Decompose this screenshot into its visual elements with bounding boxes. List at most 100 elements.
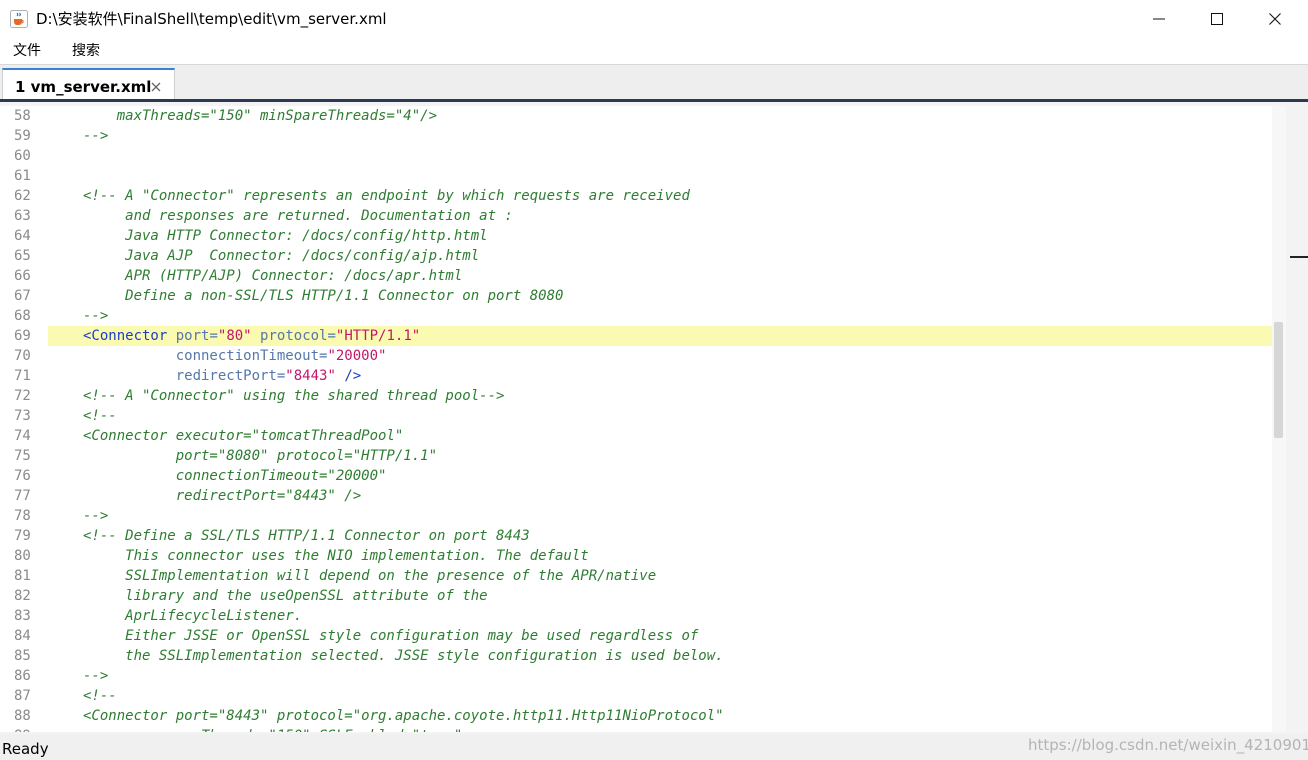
menu-search[interactable]: 搜索 (72, 42, 100, 60)
vertical-scrollbar[interactable] (1272, 106, 1286, 732)
code-line[interactable]: 89 maxThreads="150" SSLEnabled="true"> (0, 726, 1286, 732)
close-button[interactable] (1247, 0, 1305, 38)
code-text: <!-- Define a SSL/TLS HTTP/1.1 Connector… (48, 526, 1272, 546)
code-token: <!-- A "Connector" represents an endpoin… (83, 188, 690, 204)
code-text: <!-- A "Connector" represents an endpoin… (48, 186, 1272, 206)
line-number: 59 (14, 128, 31, 144)
code-line[interactable]: 66 APR (HTTP/AJP) Connector: /docs/apr.h… (0, 266, 1286, 286)
code-line[interactable]: 61 (0, 166, 1286, 186)
code-line[interactable]: 80 This connector uses the NIO implement… (0, 546, 1286, 566)
code-line[interactable]: 88 <Connector port="8443" protocol="org.a… (0, 706, 1286, 726)
line-number: 64 (14, 228, 31, 244)
line-number: 81 (14, 568, 31, 584)
code-token: redirectPort="8443" /> (83, 488, 362, 504)
code-token: <Connector (83, 328, 168, 344)
window-title: D:\安装软件\FinalShell\temp\edit\vm_server.x… (36, 10, 387, 28)
code-text: --> (48, 306, 1272, 326)
code-line[interactable]: 65 Java AJP Connector: /docs/config/ajp.… (0, 246, 1286, 266)
code-line[interactable]: 82 library and the useOpenSSL attribute … (0, 586, 1286, 606)
code-line[interactable]: 85 the SSLImplementation selected. JSSE … (0, 646, 1286, 666)
code-line[interactable]: 59 --> (0, 126, 1286, 146)
close-icon[interactable] (149, 80, 163, 94)
editor-viewport[interactable]: 58 maxThreads="150" minSpareThreads="4"/… (0, 106, 1286, 732)
line-number: 69 (14, 328, 31, 344)
maximize-button[interactable] (1189, 0, 1247, 38)
code-text: APR (HTTP/AJP) Connector: /docs/apr.html (48, 266, 1272, 286)
code-line[interactable]: 72 <!-- A "Connector" using the shared th… (0, 386, 1286, 406)
code-token: <!-- Define a SSL/TLS HTTP/1.1 Connector… (83, 528, 530, 544)
code-line[interactable]: 75 port="8080" protocol="HTTP/1.1" (0, 446, 1286, 466)
code-text: Java AJP Connector: /docs/config/ajp.htm… (48, 246, 1272, 266)
line-number: 89 (14, 726, 48, 732)
code-editor: 58 maxThreads="150" minSpareThreads="4"/… (0, 102, 1308, 734)
code-token: Java HTTP Connector: /docs/config/http.h… (83, 228, 488, 244)
code-line[interactable]: 74 <Connector executor="tomcatThreadPool" (0, 426, 1286, 446)
line-number: 71 (14, 368, 31, 384)
code-line[interactable]: 79 <!-- Define a SSL/TLS HTTP/1.1 Connect… (0, 526, 1286, 546)
code-token: AprLifecycleListener. (83, 608, 303, 624)
code-token: and responses are returned. Documentatio… (83, 208, 513, 224)
code-line[interactable]: 68 --> (0, 306, 1286, 326)
line-number: 84 (14, 628, 31, 644)
code-line[interactable]: 73 <!-- (0, 406, 1286, 426)
code-line[interactable]: 77 redirectPort="8443" /> (0, 486, 1286, 506)
line-number: 80 (14, 548, 31, 564)
close-icon (1269, 13, 1281, 25)
status-bar: Ready https://blog.csdn.net/weixin_42109… (0, 734, 1308, 760)
code-text: <!-- (48, 406, 1272, 426)
code-token: <!-- A "Connector" using the shared thre… (83, 388, 505, 404)
code-text: redirectPort="8443" /> (48, 366, 1272, 386)
code-line[interactable]: 64 Java HTTP Connector: /docs/config/htt… (0, 226, 1286, 246)
line-number: 65 (14, 248, 31, 264)
code-token: "20000" (327, 348, 387, 364)
code-line[interactable]: 58 maxThreads="150" minSpareThreads="4"/… (0, 106, 1286, 126)
code-line[interactable]: 78 --> (0, 506, 1286, 526)
line-number: 66 (14, 268, 31, 284)
code-text: --> (48, 126, 1272, 146)
code-token: <Connector executor="tomcatThreadPool" (83, 428, 404, 444)
line-number: 67 (14, 288, 31, 304)
code-line[interactable]: 69 <Connector port="80" protocol="HTTP/1.… (0, 326, 1286, 346)
code-token: Java AJP Connector: /docs/config/ajp.htm… (83, 248, 480, 264)
code-line[interactable]: 62 <!-- A "Connector" represents an endpo… (0, 186, 1286, 206)
code-token: port="8080" protocol="HTTP/1.1" (83, 448, 438, 464)
code-text: connectionTimeout="20000" (48, 466, 1272, 486)
line-number: 73 (14, 408, 31, 424)
menu-bar: 文件 搜索 (0, 38, 1308, 64)
scrollbar-thumb[interactable] (1274, 322, 1283, 438)
code-line[interactable]: 83 AprLifecycleListener. (0, 606, 1286, 626)
status-text: Ready (2, 740, 49, 758)
code-line[interactable]: 76 connectionTimeout="20000" (0, 466, 1286, 486)
code-line[interactable]: 87 <!-- (0, 686, 1286, 706)
code-line[interactable]: 67 Define a non-SSL/TLS HTTP/1.1 Connect… (0, 286, 1286, 306)
code-text: connectionTimeout="20000" (48, 346, 1272, 366)
code-token: the SSLImplementation selected. JSSE sty… (83, 648, 724, 664)
line-number: 63 (14, 208, 31, 224)
code-text: <!-- A "Connector" using the shared thre… (48, 386, 1272, 406)
code-line[interactable]: 84 Either JSSE or OpenSSL style configur… (0, 626, 1286, 646)
code-line[interactable]: 63 and responses are returned. Documenta… (0, 206, 1286, 226)
line-number: 77 (14, 488, 31, 504)
code-line[interactable]: 86 --> (0, 666, 1286, 686)
line-number: 86 (14, 668, 31, 684)
menu-file[interactable]: 文件 (13, 42, 41, 60)
minimize-button[interactable] (1131, 0, 1189, 38)
code-line[interactable]: 81 SSLImplementation will depend on the … (0, 566, 1286, 586)
code-token: APR (HTTP/AJP) Connector: /docs/apr.html (83, 268, 463, 284)
code-line[interactable]: 71 redirectPort="8443" /> (0, 366, 1286, 386)
line-number: 61 (14, 168, 31, 184)
code-token: "8443" (285, 368, 336, 384)
line-number: 68 (14, 308, 31, 324)
code-token: protocol= (260, 328, 336, 344)
code-text: the SSLImplementation selected. JSSE sty… (48, 646, 1272, 666)
code-token: "80" (217, 328, 252, 344)
code-line[interactable]: 60 (0, 146, 1286, 166)
tab-vm-server-xml[interactable]: 1 vm_server.xml (2, 68, 175, 102)
code-line[interactable]: 70 connectionTimeout="20000" (0, 346, 1286, 366)
java-cup-icon (10, 10, 28, 28)
code-text: maxThreads="150" minSpareThreads="4"/> (48, 106, 1272, 126)
